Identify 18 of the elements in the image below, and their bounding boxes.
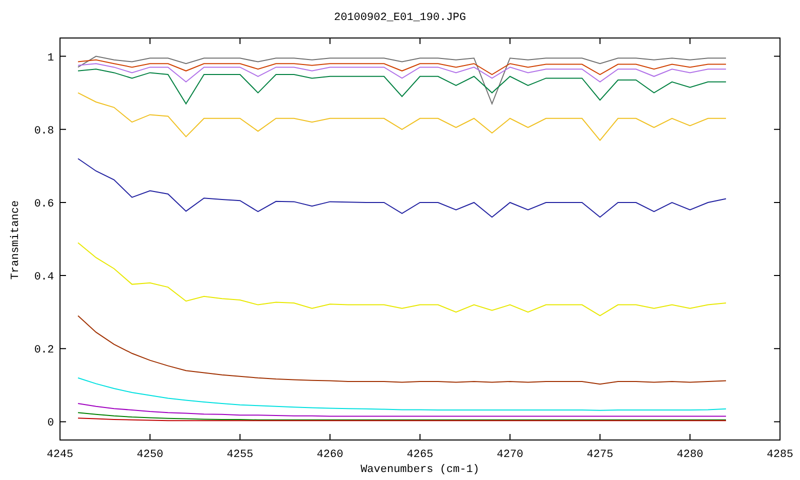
x-tick-label: 4245 (46, 449, 74, 461)
y-tick-label: 0.8 (34, 125, 54, 138)
y-tick-label: 0.6 (34, 198, 54, 210)
y-tick-label: 0 (47, 418, 54, 430)
x-tick-label: 4250 (136, 449, 164, 461)
y-axis-label: Transmitance (10, 200, 22, 280)
y-tick-label: 0.4 (34, 272, 54, 284)
y-tick-label: 0.2 (34, 344, 54, 357)
chart-title: 20100902_E01_190.JPG (334, 12, 466, 24)
x-axis-label: Wavenumbers (cm-1) (360, 464, 480, 476)
y-tick-label: 1 (47, 52, 54, 64)
x-tick-label: 4285 (766, 449, 794, 461)
x-tick-label: 4265 (406, 449, 434, 461)
x-tick-label: 4280 (676, 449, 704, 461)
x-tick-label: 4255 (226, 449, 254, 461)
x-tick-label: 4275 (586, 449, 614, 461)
x-tick-label: 4260 (316, 449, 344, 461)
x-tick-label: 4270 (496, 449, 524, 461)
